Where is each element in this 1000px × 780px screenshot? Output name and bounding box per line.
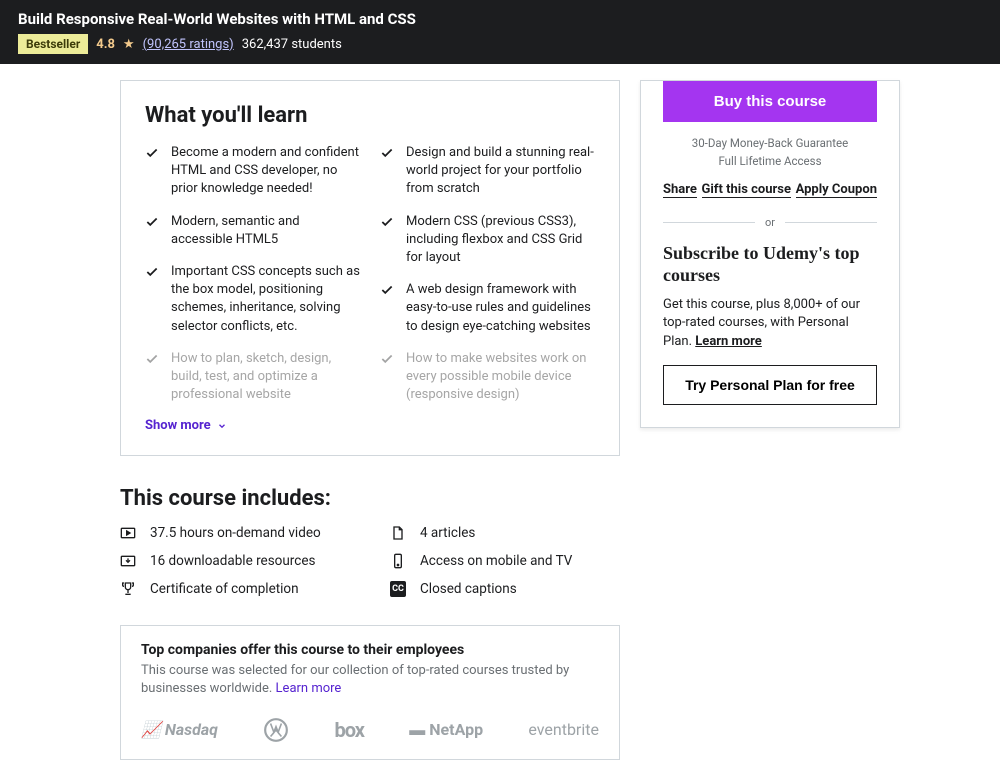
check-icon xyxy=(380,352,394,366)
learn-text: Important CSS concepts such as the box m… xyxy=(171,263,360,336)
includes-title: This course includes: xyxy=(120,486,620,511)
companies-title: Top companies offer this course to their… xyxy=(141,642,599,658)
file-icon xyxy=(390,525,406,541)
or-text: or xyxy=(765,216,775,229)
share-link[interactable]: Share xyxy=(663,182,697,198)
include-text: 4 articles xyxy=(420,525,475,541)
purchase-sidebar: Buy this course 30-Day Money-Back Guaran… xyxy=(640,80,900,428)
companies-desc: This course was selected for our collect… xyxy=(141,662,599,698)
include-item: Access on mobile and TV xyxy=(390,553,620,569)
lifetime-text: Full Lifetime Access xyxy=(663,154,877,168)
include-text: Access on mobile and TV xyxy=(420,553,572,569)
show-more-label: Show more xyxy=(145,418,211,433)
includes-grid: 37.5 hours on-demand video 16 downloadab… xyxy=(120,525,620,597)
include-item: 37.5 hours on-demand video xyxy=(120,525,350,541)
course-meta: Bestseller 4.8 ★ (90,265 ratings) 362,43… xyxy=(18,34,982,54)
students-count: 362,437 students xyxy=(242,37,342,52)
check-icon xyxy=(145,265,159,279)
learn-item: Become a modern and confident HTML and C… xyxy=(145,144,360,199)
learn-text: Modern CSS (previous CSS3), including fl… xyxy=(406,213,595,268)
rating-value: 4.8 xyxy=(96,37,115,52)
learn-text: How to plan, sketch, design, build, test… xyxy=(171,350,360,405)
check-icon xyxy=(380,283,394,297)
mobile-icon xyxy=(390,553,406,569)
companies-box: Top companies offer this course to their… xyxy=(120,625,620,759)
logo-box: box xyxy=(334,718,364,742)
video-icon xyxy=(120,525,136,541)
include-item: 4 articles xyxy=(390,525,620,541)
learn-text: A web design framework with easy-to-use … xyxy=(406,281,595,336)
show-more-button[interactable]: Show more xyxy=(145,418,595,433)
chevron-down-icon xyxy=(217,421,227,431)
logo-eventbrite: eventbrite xyxy=(528,720,599,739)
include-item: 16 downloadable resources xyxy=(120,553,350,569)
cc-icon: CC xyxy=(390,581,406,597)
logo-nasdaq: 📈 Nasdaq xyxy=(141,720,218,739)
learn-item: A web design framework with easy-to-use … xyxy=(380,281,595,336)
include-item: CC Closed captions xyxy=(390,581,620,597)
check-icon xyxy=(145,146,159,160)
learn-text: Modern, semantic and accessible HTML5 xyxy=(171,213,360,249)
learn-item: Modern CSS (previous CSS3), including fl… xyxy=(380,213,595,268)
learn-text: Become a modern and confident HTML and C… xyxy=(171,144,360,199)
download-icon xyxy=(120,553,136,569)
learn-item: Important CSS concepts such as the box m… xyxy=(145,263,360,336)
check-icon xyxy=(380,146,394,160)
guarantee-text: 30-Day Money-Back Guarantee xyxy=(663,136,877,150)
include-item: Certificate of completion xyxy=(120,581,350,597)
companies-learn-more-link[interactable]: Learn more xyxy=(276,681,342,696)
subscribe-learn-more-link[interactable]: Learn more xyxy=(695,334,762,349)
try-personal-plan-button[interactable]: Try Personal Plan for free xyxy=(663,365,877,405)
logo-vw xyxy=(263,717,289,743)
company-logos: 📈 Nasdaq box ▬ NetApp eventbrite xyxy=(141,717,599,743)
trophy-icon xyxy=(120,581,136,597)
learn-item: Design and build a stunning real-world p… xyxy=(380,144,595,199)
include-text: 37.5 hours on-demand video xyxy=(150,525,321,541)
learn-title: What you'll learn xyxy=(145,103,595,128)
coupon-link[interactable]: Apply Coupon xyxy=(796,182,877,198)
check-icon xyxy=(145,215,159,229)
check-icon xyxy=(380,215,394,229)
gift-link[interactable]: Gift this course xyxy=(702,182,791,198)
what-youll-learn-box: What you'll learn Become a modern and co… xyxy=(120,80,620,456)
buy-button[interactable]: Buy this course xyxy=(663,81,877,122)
bestseller-badge: Bestseller xyxy=(18,34,88,54)
learn-text: Design and build a stunning real-world p… xyxy=(406,144,595,199)
subscribe-desc: Get this course, plus 8,000+ of our top-… xyxy=(663,296,877,351)
learn-item: How to make websites work on every possi… xyxy=(380,350,595,405)
learn-text: How to make websites work on every possi… xyxy=(406,350,595,405)
ratings-link[interactable]: (90,265 ratings) xyxy=(143,37,234,52)
subscribe-title: Subscribe to Udemy's top courses xyxy=(663,243,877,286)
include-text: Closed captions xyxy=(420,581,517,597)
check-icon xyxy=(145,352,159,366)
course-header: Build Responsive Real-World Websites wit… xyxy=(0,0,1000,64)
learn-item: How to plan, sketch, design, build, test… xyxy=(145,350,360,405)
logo-netapp: ▬ NetApp xyxy=(409,720,483,740)
include-text: 16 downloadable resources xyxy=(150,553,315,569)
divider: or xyxy=(663,216,877,229)
course-title: Build Responsive Real-World Websites wit… xyxy=(18,10,982,28)
learn-item: Modern, semantic and accessible HTML5 xyxy=(145,213,360,249)
star-icon: ★ xyxy=(123,37,135,52)
include-text: Certificate of completion xyxy=(150,581,299,597)
